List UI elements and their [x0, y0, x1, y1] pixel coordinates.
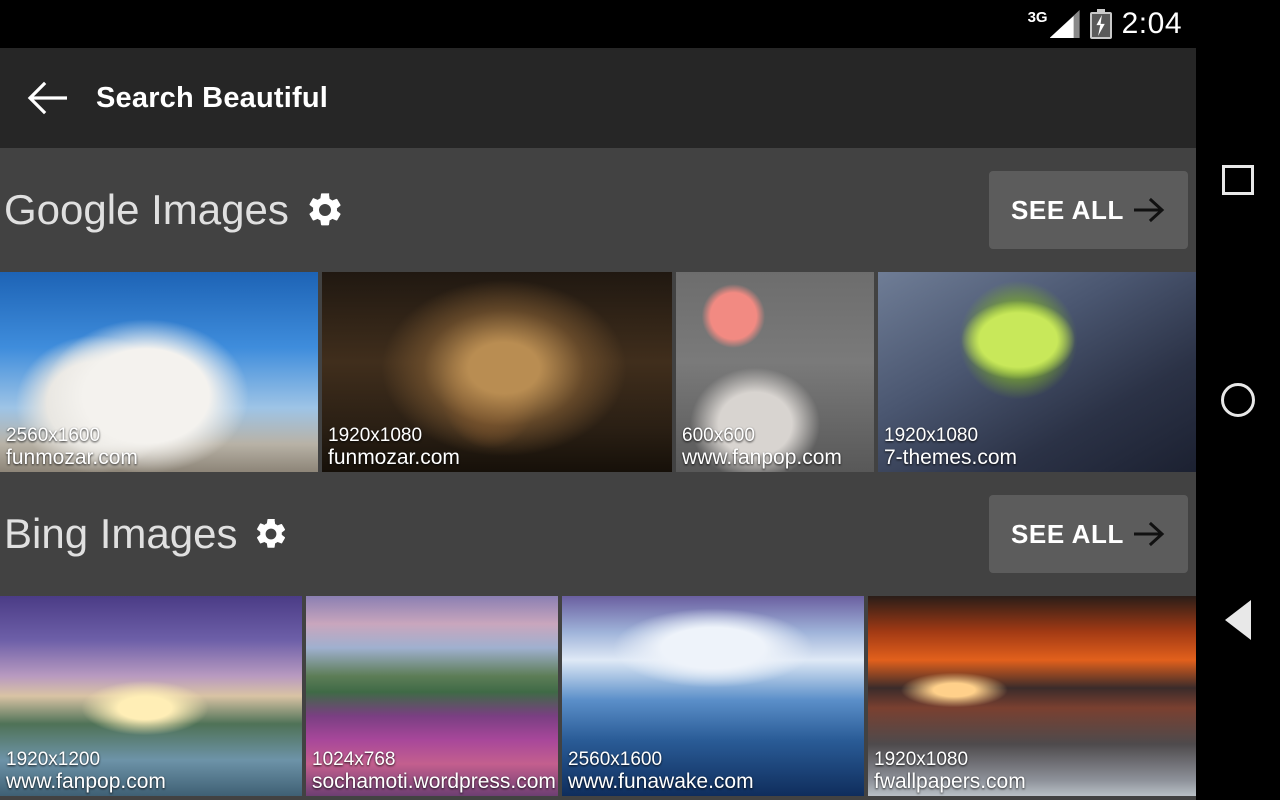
see-all-button-bing-images[interactable]: SEE ALL [988, 495, 1188, 573]
thumbnail-caption: 1920x1080 funmozar.com [322, 425, 460, 472]
back-icon [1225, 600, 1251, 640]
android-screen: 3G 2:04 Search Beautiful Google Images S… [0, 0, 1280, 800]
thumbnail-item[interactable]: 1920x1080 funmozar.com [322, 272, 672, 472]
network-status: 3G [1028, 10, 1080, 38]
thumbnail-source: www.funawake.com [568, 770, 754, 794]
content-scroll-area[interactable]: Google Images SEE ALL 2560x1600 funmozar… [0, 148, 1196, 800]
thumbnail-caption: 2560x1600 www.funawake.com [562, 749, 754, 796]
thumbnail-source: www.fanpop.com [682, 446, 842, 470]
status-bar: 3G 2:04 [0, 0, 1196, 48]
battery-charging-icon [1089, 9, 1112, 39]
thumbnail-item[interactable]: 1920x1080 fwallpapers.com [868, 596, 1196, 796]
page-title: Search Beautiful [96, 81, 329, 114]
thumbnail-source: www.fanpop.com [6, 770, 166, 794]
thumbnail-dimensions: 1920x1080 [328, 425, 423, 447]
thumbnail-dimensions: 600x600 [682, 425, 755, 447]
section-header-bing-images: Bing Images SEE ALL [0, 472, 1196, 596]
thumbnail-item[interactable]: 2560x1600 funmozar.com [0, 272, 318, 472]
section-title-group: Google Images [4, 186, 345, 234]
thumbnail-caption: 600x600 www.fanpop.com [676, 425, 842, 472]
thumbnail-row-google-images[interactable]: 2560x1600 funmozar.com 1920x1080 funmoza… [0, 272, 1196, 472]
thumbnail-caption: 1024x768 sochamoti.wordpress.com [306, 749, 556, 796]
thumbnail-dimensions: 1920x1080 [884, 425, 979, 447]
gear-icon[interactable] [253, 516, 289, 552]
thumbnail-source: sochamoti.wordpress.com [312, 770, 556, 794]
system-navigation-bar [1196, 0, 1280, 800]
app-bar: Search Beautiful [0, 48, 1196, 148]
section-header-google-images: Google Images SEE ALL [0, 148, 1196, 272]
thumbnail-item[interactable]: 1920x1080 7-themes.com [878, 272, 1196, 472]
home-button[interactable] [1196, 370, 1280, 430]
thumbnail-caption: 1920x1200 www.fanpop.com [0, 749, 166, 796]
thumbnail-item[interactable]: 2560x1600 www.funawake.com [562, 596, 864, 796]
thumbnail-item[interactable]: 1024x768 sochamoti.wordpress.com [306, 596, 558, 796]
thumbnail-caption: 1920x1080 7-themes.com [878, 425, 1017, 472]
arrow-right-icon [1134, 197, 1165, 223]
recents-icon [1222, 165, 1254, 195]
thumbnail-item[interactable]: 600x600 www.fanpop.com [676, 272, 874, 472]
thumbnail-dimensions: 2560x1600 [568, 749, 663, 771]
section-title: Bing Images [4, 510, 238, 557]
signal-bars-icon [1049, 10, 1080, 38]
status-bar-clock: 2:04 [1121, 7, 1182, 40]
thumbnail-source: funmozar.com [328, 446, 460, 470]
home-icon [1221, 383, 1255, 417]
arrow-left-icon [27, 81, 67, 115]
thumbnail-dimensions: 1920x1080 [874, 749, 969, 771]
thumbnail-source: funmozar.com [6, 446, 138, 470]
thumbnail-source: fwallpapers.com [874, 770, 1026, 794]
recents-button[interactable] [1196, 150, 1280, 210]
thumbnail-item[interactable]: 1920x1200 www.fanpop.com [0, 596, 302, 796]
thumbnail-source: 7-themes.com [884, 446, 1018, 470]
see-all-label: SEE ALL [1010, 518, 1124, 549]
see-all-button-google-images[interactable]: SEE ALL [988, 171, 1188, 249]
thumbnail-row-bing-images[interactable]: 1920x1200 www.fanpop.com 1024x768 socham… [0, 596, 1196, 796]
system-back-button[interactable] [1196, 590, 1280, 650]
back-button[interactable] [0, 48, 96, 148]
network-type-label: 3G [1027, 9, 1048, 26]
thumbnail-dimensions: 1920x1200 [6, 749, 101, 771]
arrow-right-icon [1134, 521, 1165, 547]
see-all-label: SEE ALL [1010, 194, 1124, 225]
thumbnail-caption: 1920x1080 fwallpapers.com [868, 749, 1026, 796]
gear-icon[interactable] [305, 190, 345, 230]
thumbnail-dimensions: 2560x1600 [6, 425, 101, 447]
thumbnail-dimensions: 1024x768 [312, 749, 396, 771]
section-title: Google Images [4, 186, 289, 233]
thumbnail-caption: 2560x1600 funmozar.com [0, 425, 138, 472]
section-title-group: Bing Images [4, 510, 289, 558]
app-viewport: 3G 2:04 Search Beautiful Google Images S… [0, 0, 1196, 800]
